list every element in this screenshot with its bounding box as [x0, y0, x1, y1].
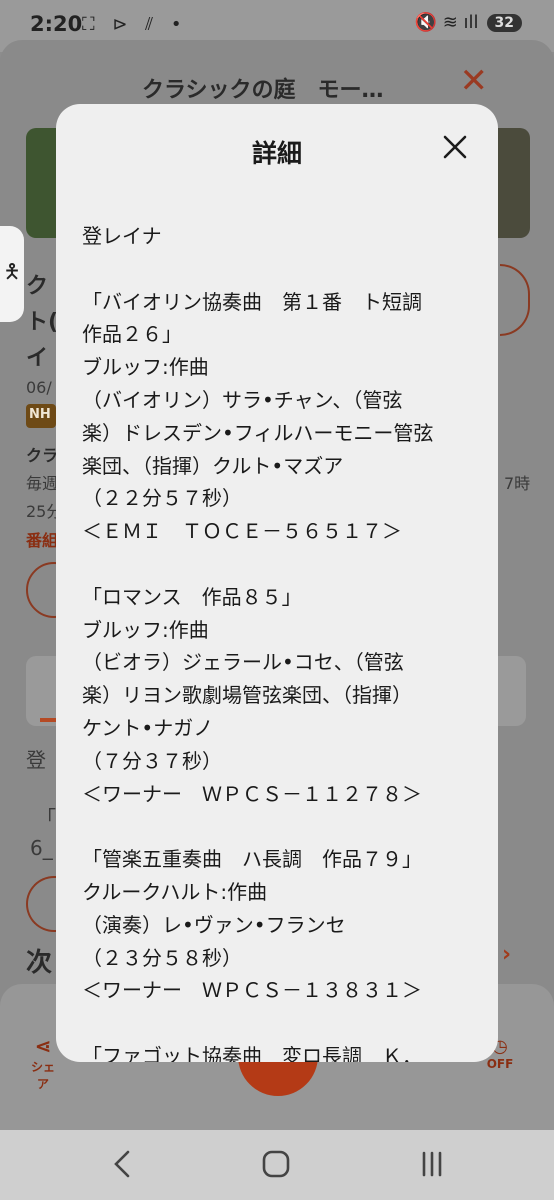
background-schedule: 毎週: [26, 474, 59, 493]
status-time: 2:20: [30, 12, 83, 36]
background-piece-2: 6_: [30, 836, 53, 860]
background-tab-indicator: [40, 718, 56, 722]
timer-off-label: OFF: [486, 1057, 514, 1071]
background-program-title-1: ク: [26, 274, 49, 299]
share-icon: ⋖: [34, 1034, 52, 1058]
home-icon[interactable]: [258, 1146, 294, 1182]
background-thumbnail-right: [498, 128, 530, 238]
notification-icons: ⛶ ⊳ ⫽ •: [82, 14, 188, 35]
background-program-link[interactable]: 番組: [26, 527, 58, 551]
close-icon[interactable]: [438, 130, 472, 164]
background-series: クラ: [26, 446, 59, 465]
dialog-title: 詳細: [251, 139, 302, 168]
background-next-heading: 次: [26, 948, 53, 978]
share-button[interactable]: ⋖ シェア: [26, 1034, 60, 1092]
background-title: クラシックの庭 モー…: [142, 78, 384, 103]
background-tab-card: [26, 656, 56, 726]
background-date: 06/: [26, 378, 52, 397]
channel-badge: NH: [26, 404, 56, 428]
battery-icon: 32: [486, 13, 522, 32]
background-program-title-3: イ: [26, 346, 49, 371]
accessibility-icon[interactable]: 🯅: [0, 226, 24, 322]
status-right-icons: 🔇 ≋ ıll 32: [415, 12, 522, 33]
recents-icon[interactable]: [414, 1146, 450, 1182]
background-performer: 登: [26, 748, 46, 772]
background-tab-card-right: [498, 656, 526, 726]
detail-dialog: 詳細 登レイナ 「バイオリン協奏曲 第１番 ト短調 作品２６」 ブルッフ:作曲 …: [56, 104, 498, 1062]
share-label: シェア: [30, 1060, 55, 1091]
signal-wifi-icons: 🔇 ≋ ıll: [414, 12, 479, 33]
dialog-detail-text: 登レイナ 「バイオリン協奏曲 第１番 ト短調 作品２６」 ブルッフ:作曲 （バイ…: [82, 224, 434, 1062]
back-icon[interactable]: [104, 1146, 140, 1182]
system-navigation-bar: [0, 1130, 554, 1200]
background-close-icon[interactable]: ✕: [460, 64, 489, 98]
chevron-right-icon[interactable]: ›: [502, 942, 511, 967]
background-schedule-time: 7時: [504, 474, 531, 493]
background-program-title-2: ト(: [26, 310, 59, 335]
